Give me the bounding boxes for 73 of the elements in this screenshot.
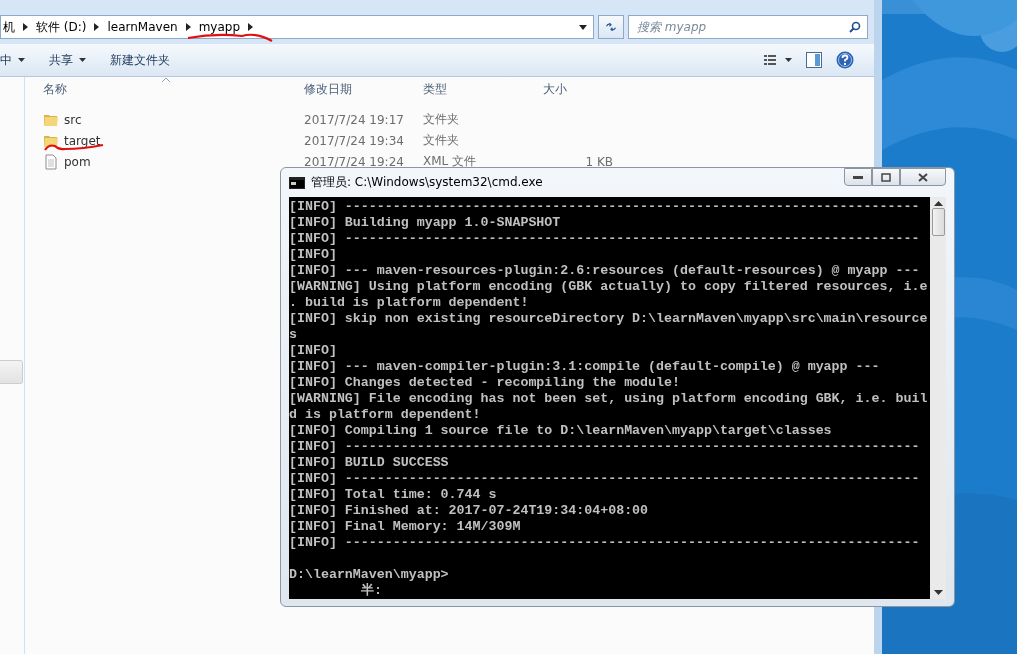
date-modified: 2017/7/24 19:24 bbox=[304, 154, 405, 169]
caret-icon bbox=[18, 58, 25, 62]
file-type: 文件夹 bbox=[423, 111, 460, 128]
ime-indicator: 半: bbox=[361, 583, 382, 598]
scroll-down-icon[interactable] bbox=[933, 590, 943, 595]
address-bar[interactable]: 机 软件 (D:) learnMaven myapp bbox=[0, 15, 594, 39]
breadcrumb-item[interactable]: 软件 (D:) bbox=[36, 18, 87, 36]
console-line: [INFO] --- maven-compiler-plugin:3.1:compile (default-compile) @ myapp --- bbox=[289, 359, 880, 374]
console-line: [INFO] Compiling 1 source file to D:\learnMaven\myapp\target\classes bbox=[289, 423, 832, 438]
console-line: [INFO] bbox=[289, 343, 337, 358]
date-modified: 2017/7/24 19:17 bbox=[304, 112, 405, 127]
breadcrumb-item[interactable]: myapp bbox=[198, 20, 241, 34]
file-name[interactable]: pom bbox=[64, 154, 91, 169]
column-header[interactable]: 大小 bbox=[543, 80, 617, 98]
chevron-icon[interactable] bbox=[94, 23, 100, 31]
refresh-button[interactable] bbox=[598, 15, 624, 39]
close-icon bbox=[918, 172, 928, 182]
console-line: [INFO] Final Memory: 14M/309M bbox=[289, 519, 521, 534]
console-line: [INFO] ------------------------------------------------------------------------ bbox=[289, 231, 920, 246]
maximize-button[interactable] bbox=[872, 168, 900, 186]
file-type: XML 文件 bbox=[423, 153, 478, 170]
console-line: [INFO] Total time: 0.744 s bbox=[289, 487, 497, 502]
chevron-icon[interactable] bbox=[185, 23, 191, 31]
console-line: [WARNING] File encoding has not been set, using platform encoding GBK, i.e. buil bbox=[289, 391, 928, 406]
console-line: [INFO] ------------------------------------------------------------------------ bbox=[289, 439, 920, 454]
toolbar-button[interactable]: 共享 bbox=[37, 47, 98, 73]
column-header[interactable]: 修改日期 bbox=[304, 80, 423, 98]
console-icon bbox=[289, 176, 305, 189]
window-title: 管理员: C:\Windows\system32\cmd.exe bbox=[311, 174, 543, 191]
toolbar-button[interactable]: 中 bbox=[0, 47, 37, 73]
console-line: d is platform dependent! bbox=[289, 407, 481, 422]
console-line: [INFO] skip non existing resourceDirectory D:\learnMaven\myapp\src\main\resource bbox=[289, 311, 928, 326]
file-name[interactable]: src bbox=[64, 112, 82, 127]
chevron-icon[interactable] bbox=[248, 23, 254, 31]
refresh-icon bbox=[605, 21, 617, 33]
breadcrumb-item[interactable]: learnMaven bbox=[107, 20, 178, 34]
search-field[interactable]: 搜索 myapp bbox=[628, 15, 868, 39]
preview-pane-icon[interactable] bbox=[806, 52, 822, 68]
file-icon bbox=[43, 153, 59, 170]
column-header[interactable]: 名称 bbox=[43, 80, 304, 98]
scrollbar-thumb[interactable] bbox=[0, 360, 23, 384]
column-header[interactable]: 类型 bbox=[423, 80, 543, 98]
console-line: [INFO] BUILD SUCCESS bbox=[289, 455, 449, 470]
file-name[interactable]: target bbox=[64, 133, 101, 148]
console-line: s bbox=[289, 327, 297, 342]
file-size: 1 KB bbox=[584, 154, 613, 169]
search-icon bbox=[849, 21, 861, 33]
dropdown-icon[interactable] bbox=[579, 24, 587, 30]
console-line: [INFO] Building myapp 1.0-SNAPSHOT bbox=[289, 215, 561, 230]
scrollbar-thumb[interactable] bbox=[931, 208, 945, 236]
close-button[interactable] bbox=[900, 168, 946, 186]
console-line: [WARNING] Using platform encoding (GBK actually) to copy filtered resources, i.e bbox=[289, 279, 928, 294]
console-line: [INFO] bbox=[289, 247, 337, 262]
console-line: [INFO] ------------------------------------------------------------------------ bbox=[289, 535, 920, 550]
maximize-icon bbox=[881, 172, 891, 182]
scroll-up-icon[interactable] bbox=[933, 201, 943, 206]
console-line: [INFO] Changes detected - recompiling the module! bbox=[289, 375, 680, 390]
console-line: D:\learnMaven\myapp> bbox=[289, 567, 449, 582]
file-type: 文件夹 bbox=[423, 132, 460, 149]
toolbar-button[interactable]: 新建文件夹 bbox=[98, 47, 182, 73]
console-line: [INFO] Finished at: 2017-07-24T19:34:04+08:00 bbox=[289, 503, 649, 518]
console-line: . build is platform dependent! bbox=[289, 295, 529, 310]
console-line: [INFO] ------------------------------------------------------------------------ bbox=[289, 471, 920, 486]
view-menu-icon[interactable] bbox=[764, 54, 792, 66]
caret-icon bbox=[79, 58, 86, 62]
console-line: [INFO] --- maven-resources-plugin:2.6:resources (default-resources) @ myapp --- bbox=[289, 263, 920, 278]
breadcrumb-item[interactable]: 机 bbox=[3, 18, 15, 36]
minimize-button[interactable] bbox=[844, 168, 872, 186]
minimize-icon bbox=[853, 175, 863, 179]
chevron-icon[interactable] bbox=[23, 23, 28, 31]
date-modified: 2017/7/24 19:34 bbox=[304, 133, 405, 148]
console-line: [INFO] ------------------------------------------------------------------------ bbox=[289, 199, 920, 214]
help-icon[interactable] bbox=[836, 51, 854, 69]
